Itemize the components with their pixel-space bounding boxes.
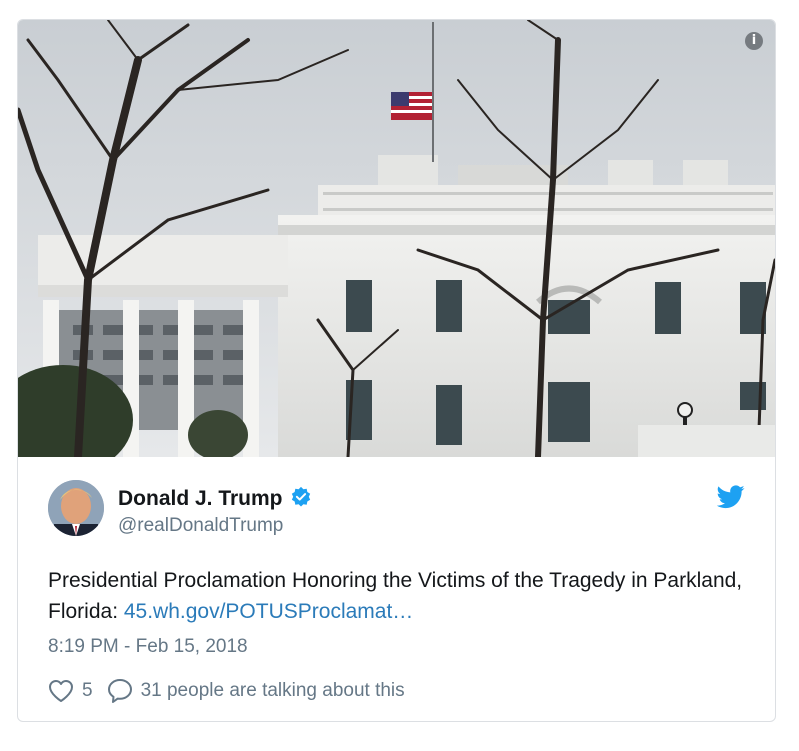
white-house-photo <box>18 20 775 457</box>
tweet-timestamp[interactable]: 8:19 PM - Feb 15, 2018 <box>48 636 248 658</box>
tweet-card[interactable]: i Donald J. Trump @realDonaldTrump Presi… <box>17 19 776 722</box>
info-icon[interactable]: i <box>745 32 763 50</box>
conversation-link[interactable]: 31 people are talking about this <box>107 678 405 704</box>
tweet-link[interactable]: 45.wh.gov/POTUSProclamat… <box>124 600 413 623</box>
avatar[interactable] <box>48 480 104 536</box>
tweet-text: Presidential Proclamation Honoring the V… <box>48 565 748 627</box>
speech-bubble-icon <box>107 679 132 703</box>
tweet-actions: 5 31 people are talking about this <box>48 676 405 706</box>
heart-icon <box>49 680 73 702</box>
author-name[interactable]: Donald J. Trump <box>118 486 312 511</box>
author-name-text[interactable]: Donald J. Trump <box>118 487 283 510</box>
talking-count-text[interactable]: 31 people are talking about this <box>141 680 405 702</box>
verified-badge-icon <box>291 486 310 507</box>
tweet-author-header: Donald J. Trump @realDonaldTrump <box>48 480 748 540</box>
author-handle[interactable]: @realDonaldTrump <box>118 515 283 537</box>
like-button[interactable]: 5 <box>48 679 107 703</box>
tweet-photo[interactable]: i <box>18 20 775 457</box>
twitter-bird-icon[interactable] <box>717 485 745 509</box>
like-count: 5 <box>82 680 93 701</box>
